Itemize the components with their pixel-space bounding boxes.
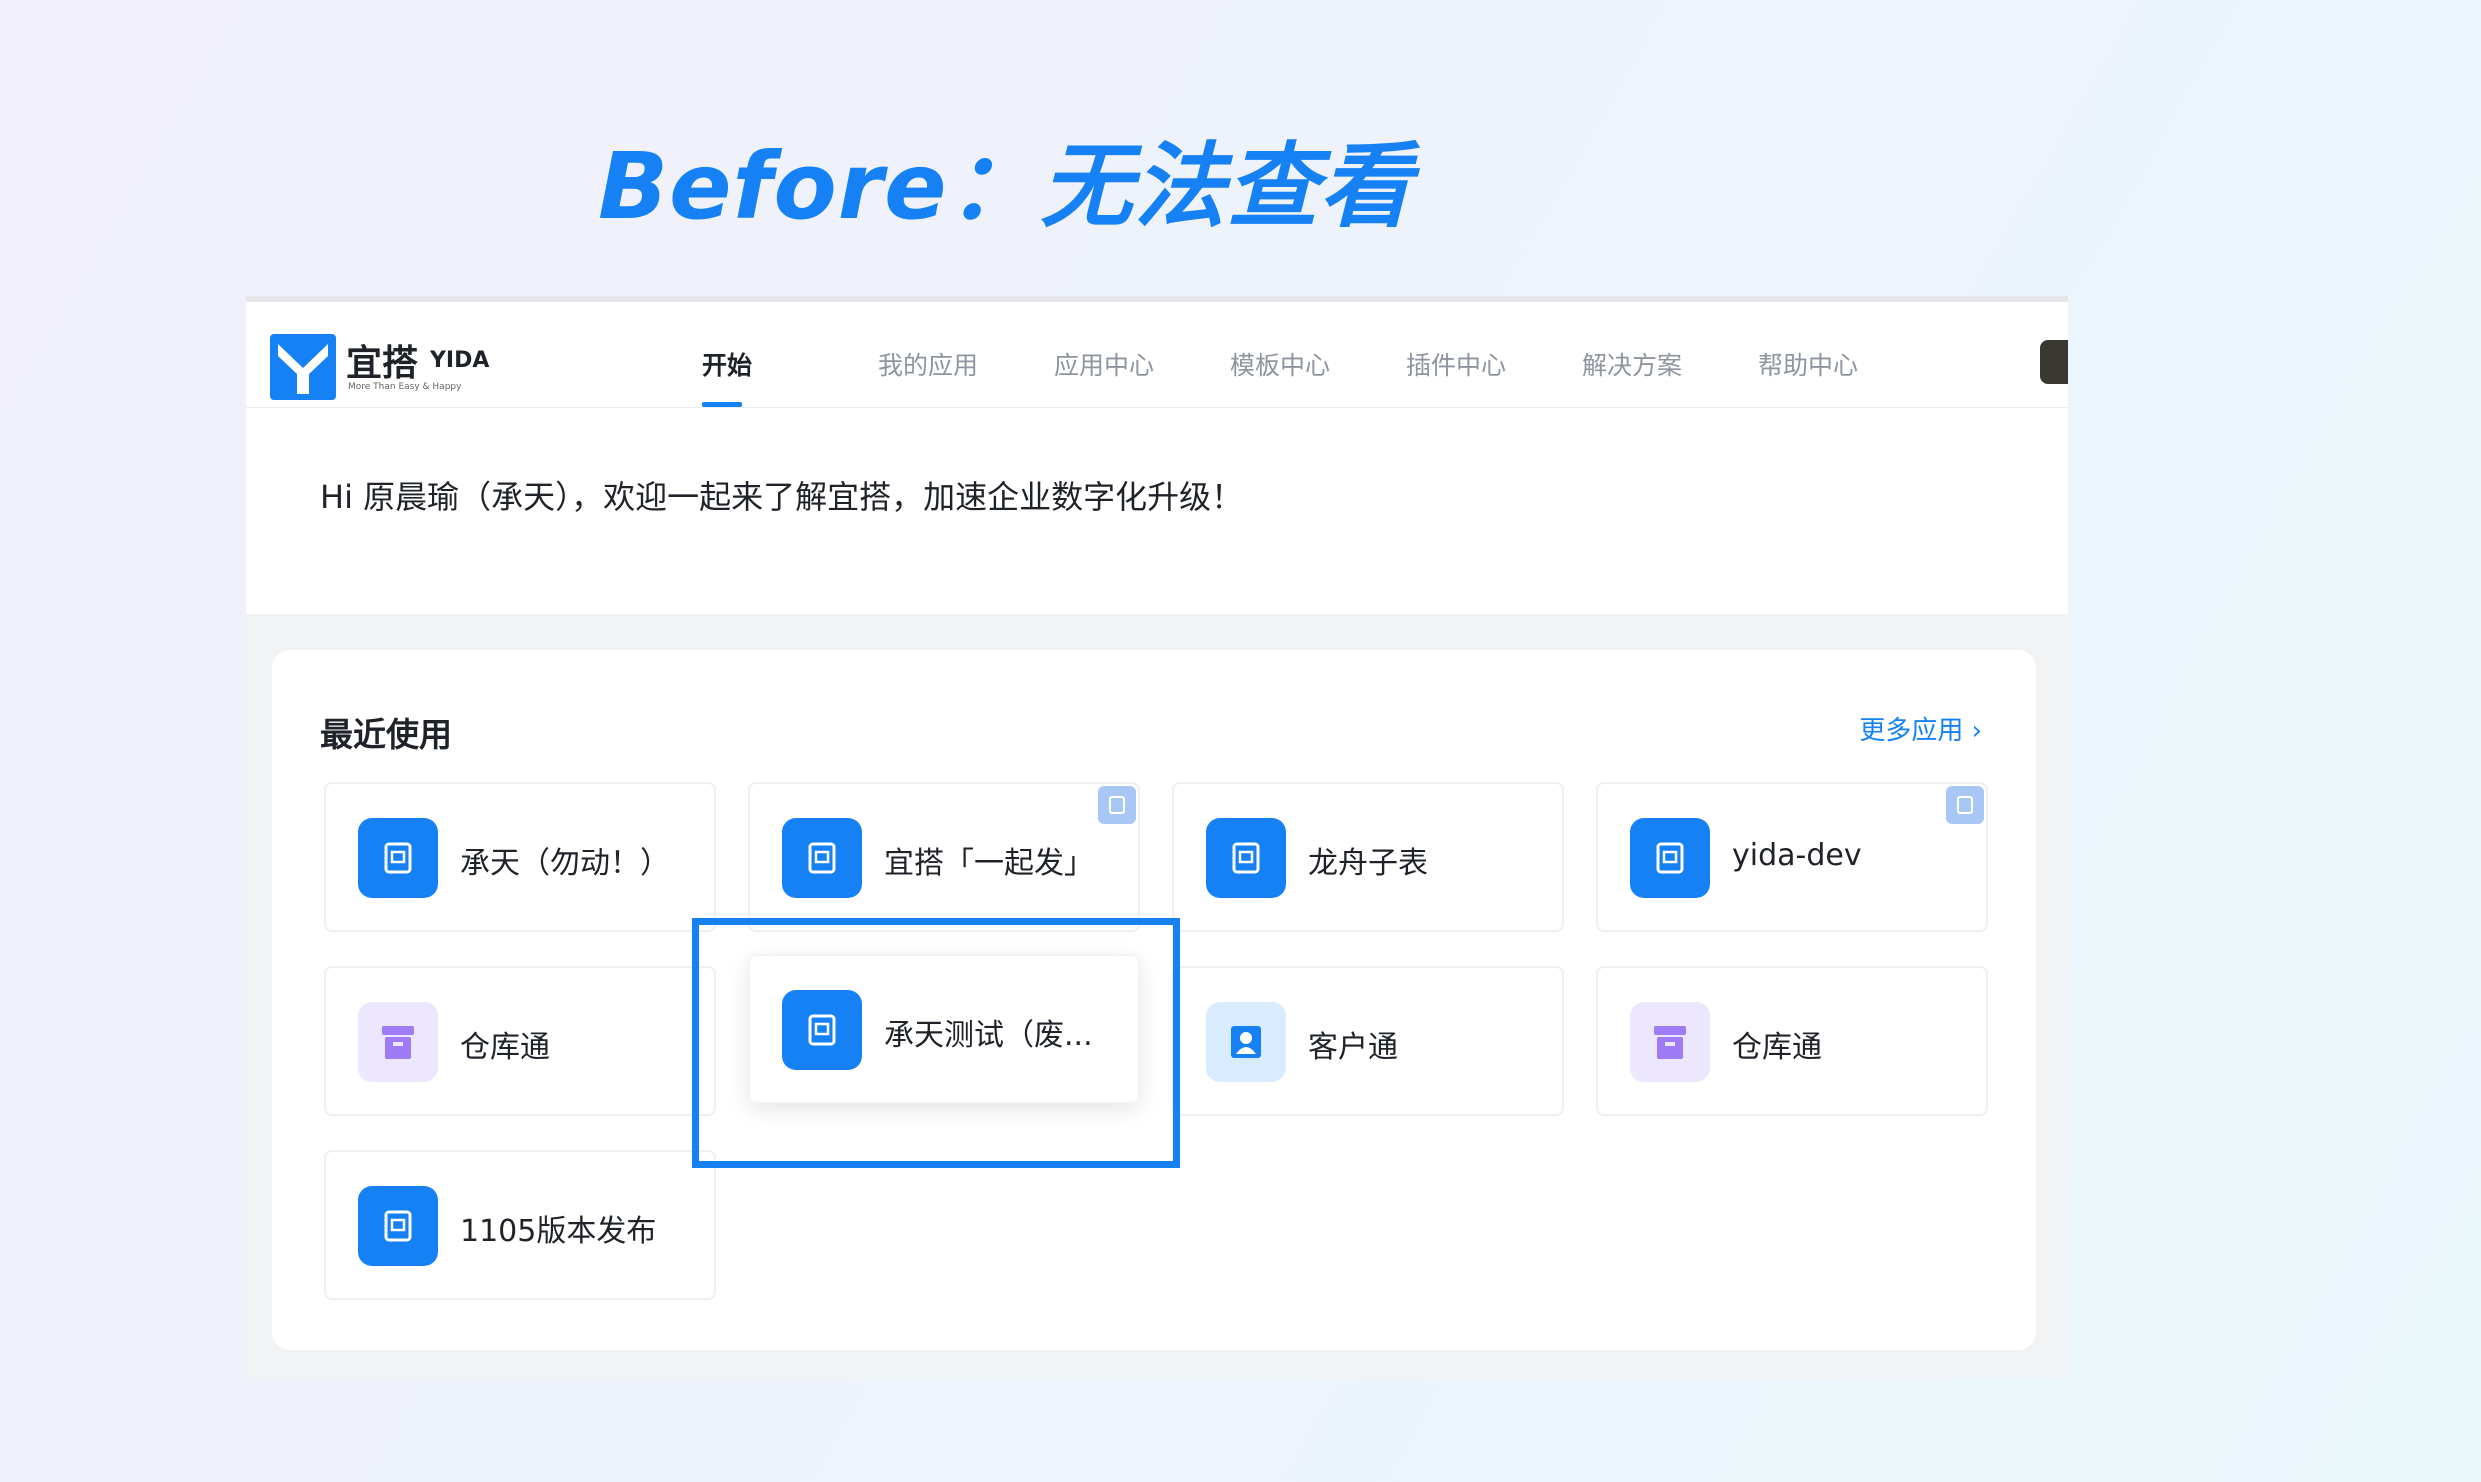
app-tile[interactable]: 1105版本发布 bbox=[324, 1150, 716, 1300]
nav-tab-template-center[interactable]: 模板中心 bbox=[1224, 346, 1400, 404]
welcome-text: Hi 原晨瑜（承天），欢迎一起来了解宜搭，加速企业数字化升级！ bbox=[320, 478, 1244, 516]
form-icon bbox=[358, 1186, 438, 1266]
more-apps-link[interactable]: 更多应用 › bbox=[1859, 710, 1982, 747]
nav-tab-app-center[interactable]: 应用中心 bbox=[1048, 346, 1224, 404]
app-tile[interactable]: yida-dev bbox=[1596, 782, 1988, 932]
avatar[interactable] bbox=[2040, 340, 2068, 384]
highlight-box bbox=[692, 918, 1180, 1168]
form-icon bbox=[782, 818, 862, 898]
app-tile[interactable]: 龙舟子表 bbox=[1172, 782, 1564, 932]
warehouse-icon bbox=[358, 1002, 438, 1082]
screenshot-frame: 宜搭 YIDA More Than Easy & Happy 开始 我的应用 应… bbox=[246, 296, 2068, 1378]
nav-tab-label: 帮助中心 bbox=[1758, 351, 1859, 380]
nav-tab-label: 模板中心 bbox=[1230, 351, 1331, 380]
nav-tab-label: 解决方案 bbox=[1582, 351, 1683, 380]
nav-tab-solutions[interactable]: 解决方案 bbox=[1576, 346, 1752, 404]
form-icon bbox=[1206, 818, 1286, 898]
shared-badge-icon bbox=[1946, 786, 1984, 824]
app-tile[interactable]: 仓库通 bbox=[324, 966, 716, 1116]
app-name: 客户通 bbox=[1308, 1030, 1398, 1065]
form-icon bbox=[358, 818, 438, 898]
recent-title: 最近使用 bbox=[320, 715, 452, 754]
app-tile[interactable]: 仓库通 bbox=[1596, 966, 1988, 1116]
yida-logo-icon bbox=[270, 334, 336, 400]
app-name: 仓库通 bbox=[1732, 1030, 1822, 1065]
app-tile[interactable]: 客户通 bbox=[1172, 966, 1564, 1116]
app-name: 宜搭「一起发」 bbox=[884, 846, 1094, 881]
app-tile[interactable]: 承天（勿动！） bbox=[324, 782, 716, 932]
app-name: 仓库通 bbox=[460, 1030, 550, 1065]
welcome-banner: Hi 原晨瑜（承天），欢迎一起来了解宜搭，加速企业数字化升级！ bbox=[246, 408, 2068, 614]
nav-tab-label: 插件中心 bbox=[1406, 351, 1507, 380]
app-name: 1105版本发布 bbox=[460, 1214, 657, 1249]
nav-tab-help-center[interactable]: 帮助中心 bbox=[1752, 346, 1928, 404]
logo-text-en: YIDA bbox=[430, 348, 490, 373]
main-nav: 开始 我的应用 应用中心 模板中心 插件中心 解决方案 帮助中心 bbox=[696, 346, 1928, 407]
app-name: yida-dev bbox=[1732, 838, 1862, 873]
nav-tab-label: 应用中心 bbox=[1054, 351, 1155, 380]
nav-tab-start[interactable]: 开始 bbox=[696, 346, 872, 407]
app-tile[interactable]: 宜搭「一起发」 bbox=[748, 782, 1140, 932]
nav-tab-label: 开始 bbox=[702, 351, 753, 380]
contact-icon bbox=[1206, 1002, 1286, 1082]
active-tab-indicator bbox=[702, 402, 742, 407]
logo-tagline: More Than Easy & Happy bbox=[348, 382, 462, 392]
app-name: 龙舟子表 bbox=[1308, 846, 1428, 881]
logo-text-cn: 宜搭 bbox=[346, 343, 419, 384]
warehouse-icon bbox=[1630, 1002, 1710, 1082]
nav-tab-label: 我的应用 bbox=[878, 351, 979, 380]
nav-tab-my-apps[interactable]: 我的应用 bbox=[872, 346, 1048, 404]
top-navigation-bar: 宜搭 YIDA More Than Easy & Happy 开始 我的应用 应… bbox=[246, 296, 2068, 408]
app-name: 承天（勿动！） bbox=[460, 846, 670, 881]
nav-tab-plugin-center[interactable]: 插件中心 bbox=[1400, 346, 1576, 404]
page-heading: Before：无法查看 bbox=[598, 133, 1413, 240]
form-icon bbox=[1630, 818, 1710, 898]
shared-badge-icon bbox=[1098, 786, 1136, 824]
